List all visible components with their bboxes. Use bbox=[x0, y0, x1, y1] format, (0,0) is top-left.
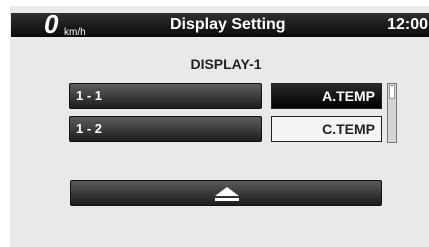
speed-value: 0 bbox=[44, 9, 59, 39]
screen-title: Display Setting bbox=[170, 16, 286, 33]
item-button-1-2[interactable]: 1 - 2 bbox=[69, 116, 262, 142]
scroll-thumb[interactable] bbox=[389, 85, 395, 99]
back-button[interactable] bbox=[70, 180, 382, 206]
scrollbar[interactable] bbox=[387, 83, 397, 143]
speed-unit: km/h bbox=[64, 27, 86, 38]
item-button-1-1[interactable]: 1 - 1 bbox=[69, 83, 262, 109]
value-box-c-temp[interactable]: C.TEMP bbox=[271, 116, 382, 142]
page-heading: DISPLAY-1 bbox=[190, 56, 262, 72]
value-box-a-temp[interactable]: A.TEMP bbox=[271, 83, 382, 109]
eject-icon bbox=[215, 187, 239, 201]
clock: 12:00 bbox=[387, 16, 428, 33]
